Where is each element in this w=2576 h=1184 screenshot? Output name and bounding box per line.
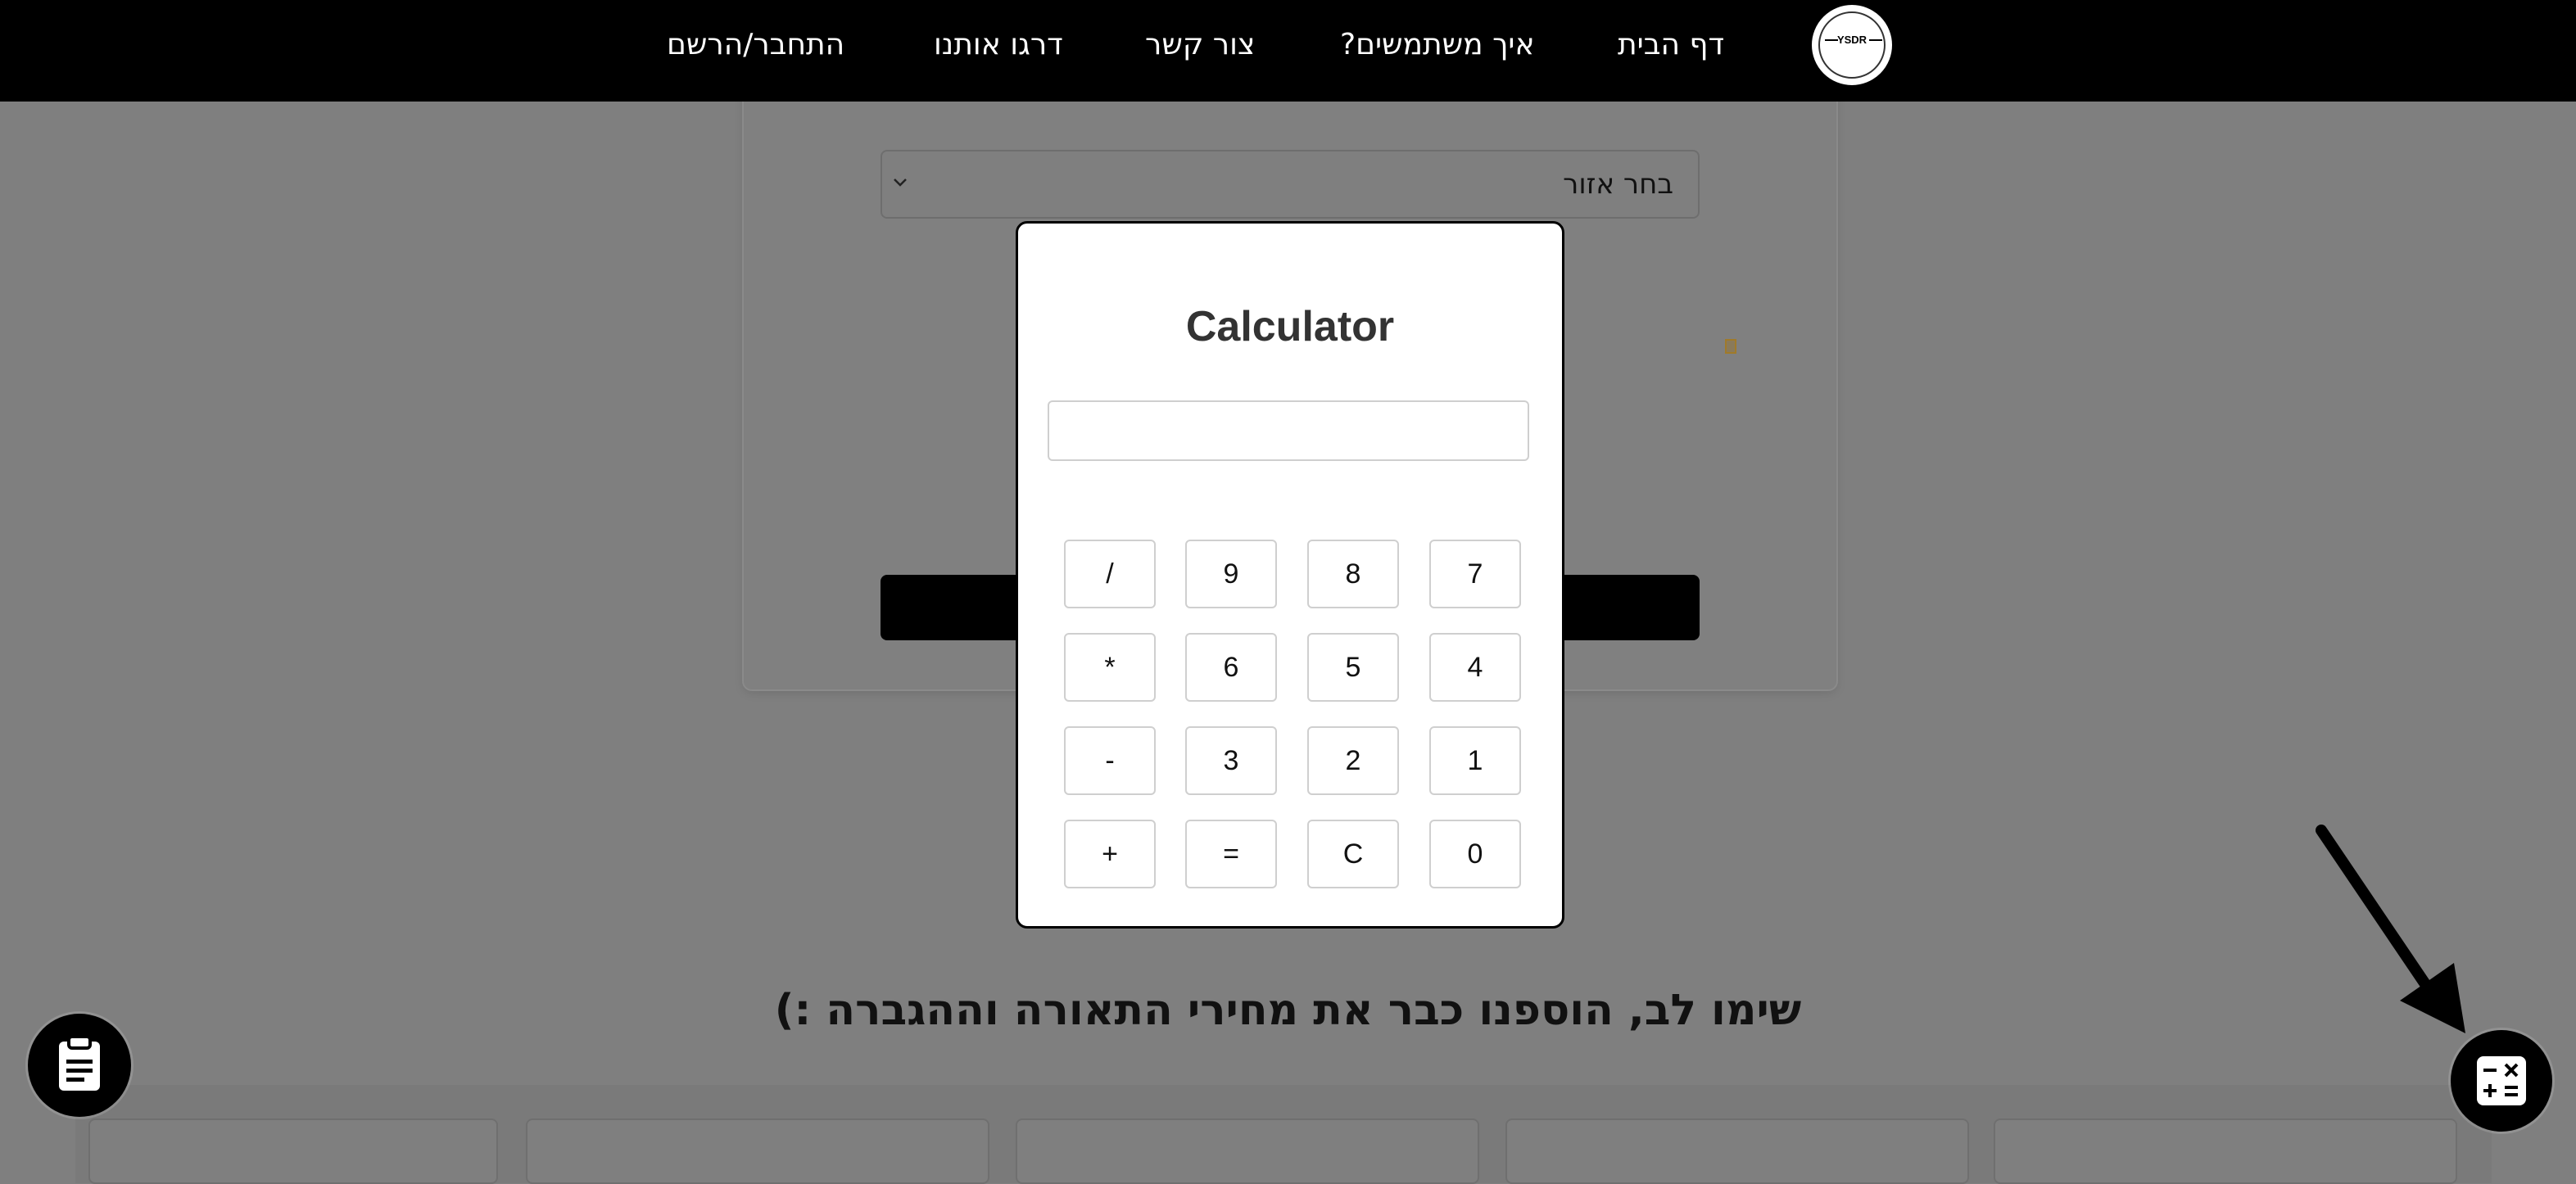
calculator-display[interactable] bbox=[1048, 400, 1529, 461]
clipboard-icon bbox=[59, 1035, 100, 1091]
price-card[interactable] bbox=[88, 1118, 498, 1184]
key-7[interactable]: 7 bbox=[1429, 540, 1521, 608]
price-card[interactable] bbox=[1994, 1118, 2457, 1184]
nav-how-to-use[interactable]: איך משתמשים? bbox=[1340, 25, 1535, 66]
key-equals[interactable]: = bbox=[1185, 820, 1277, 888]
nav-login-register[interactable]: התחבר/הרשם bbox=[667, 25, 844, 66]
nav-home[interactable]: דף הבית bbox=[1618, 25, 1724, 66]
key-multiply[interactable]: * bbox=[1064, 633, 1156, 702]
calculator-title: Calculator bbox=[1185, 303, 1395, 350]
key-2[interactable]: 2 bbox=[1307, 726, 1399, 795]
nav-rate-us[interactable]: דרגו אותנו bbox=[934, 25, 1063, 66]
nav-contact[interactable]: צור קשר bbox=[1145, 25, 1255, 66]
chevron-down-icon bbox=[894, 179, 907, 187]
key-divide[interactable]: / bbox=[1064, 540, 1156, 608]
key-8[interactable]: 8 bbox=[1307, 540, 1399, 608]
calculator-modal: Calculator / 9 8 7 * 6 5 4 - 3 2 1 + = C… bbox=[1016, 221, 1564, 929]
calculator-fab-button[interactable] bbox=[2451, 1030, 2552, 1132]
key-3[interactable]: 3 bbox=[1185, 726, 1277, 795]
key-clear[interactable]: C bbox=[1307, 820, 1399, 888]
price-card[interactable] bbox=[526, 1118, 989, 1184]
key-subtract[interactable]: - bbox=[1064, 726, 1156, 795]
logo-text: YSDR bbox=[1836, 34, 1867, 46]
pointer-arrow-icon bbox=[2316, 825, 2465, 1033]
notice-heading: שימו לב, הוספנו כבר את מחירי התאורה וההג… bbox=[774, 986, 1802, 1035]
key-1[interactable]: 1 bbox=[1429, 726, 1521, 795]
region-select[interactable]: בחר אזור bbox=[881, 150, 1700, 219]
key-6[interactable]: 6 bbox=[1185, 633, 1277, 702]
region-select-label: בחר אזור bbox=[1563, 168, 1673, 201]
key-4[interactable]: 4 bbox=[1429, 633, 1521, 702]
key-add[interactable]: + bbox=[1064, 820, 1156, 888]
site-logo[interactable]: YSDR bbox=[1810, 3, 1894, 87]
price-card[interactable] bbox=[1016, 1118, 1479, 1184]
calculator-icon bbox=[2477, 1056, 2526, 1105]
key-0[interactable]: 0 bbox=[1429, 820, 1521, 888]
key-9[interactable]: 9 bbox=[1185, 540, 1277, 608]
key-5[interactable]: 5 bbox=[1307, 633, 1399, 702]
top-navbar: דף הבית איך משתמשים? צור קשר דרגו אותנו … bbox=[0, 0, 2576, 102]
notes-fab-button[interactable] bbox=[28, 1014, 131, 1117]
price-card[interactable] bbox=[1505, 1118, 1969, 1184]
hourglass-icon bbox=[1725, 339, 1736, 354]
